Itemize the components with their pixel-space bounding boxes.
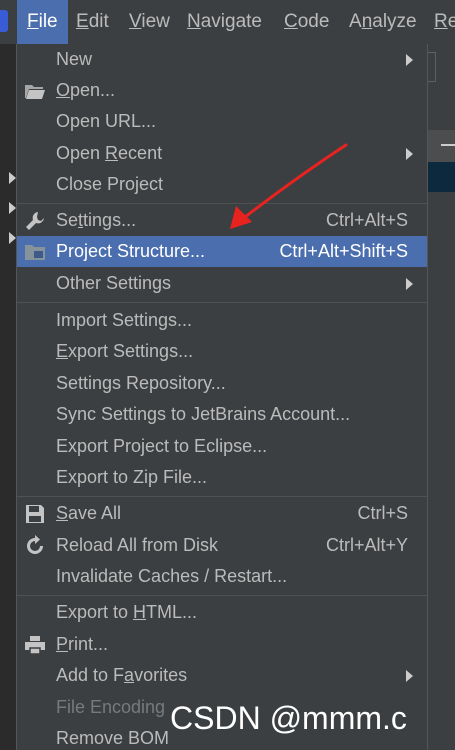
menu-bar: File Edit View Navigate Code Analyze Re [0,0,455,45]
save-icon [26,505,44,523]
app-logo-icon [0,10,8,32]
menu-file[interactable]: File [17,0,68,44]
menu-refactor[interactable]: Re [434,0,455,44]
menu-item-invalidate-caches[interactable]: Invalidate Caches / Restart... [17,561,427,592]
shortcut-project-structure: Ctrl+Alt+Shift+S [279,241,408,261]
shortcut-reload-all: Ctrl+Alt+Y [325,535,408,555]
menu-item-new[interactable]: New [17,44,427,75]
menu-analyze[interactable]: Analyze [349,0,417,44]
menu-item-export-html[interactable]: Export to HTML... [17,597,427,628]
menu-item-sync-settings[interactable]: Sync Settings to JetBrains Account... [17,399,427,430]
shortcut-settings: Ctrl+Alt+S [325,210,408,230]
submenu-arrow-icon [406,278,413,290]
menu-item-project-structure[interactable]: Project Structure... Ctrl+Alt+Shift+S [17,236,427,267]
expand-arrow-icon[interactable] [9,202,16,214]
reload-icon [27,535,43,554]
expand-arrow-icon[interactable] [9,232,16,244]
submenu-arrow-icon [406,148,413,160]
menu-item-reload-all[interactable]: Reload All from Disk Ctrl+Alt+Y [17,530,427,561]
menu-navigate[interactable]: Navigate [187,0,262,44]
watermark-text: CSDN @mmm.c [170,700,407,736]
menu-item-open[interactable]: Open... [17,75,427,106]
menu-item-print[interactable]: Print... [17,629,427,660]
menu-item-open-url[interactable]: Open URL... [17,106,427,137]
menu-item-other-settings[interactable]: Other Settings [17,268,427,299]
background-tree-row-selected [427,162,455,192]
file-menu-dropdown: New Open... Open URL... Open Recent Clos… [16,44,428,750]
menu-item-export-eclipse[interactable]: Export Project to Eclipse... [17,431,427,462]
menu-item-open-recent[interactable]: Open Recent [17,138,427,169]
wrench-icon [26,212,44,230]
menu-item-add-favorites[interactable]: Add to Favorites [17,660,427,691]
menu-item-import-settings[interactable]: Import Settings... [17,305,427,336]
project-structure-icon [25,245,45,260]
menu-item-save-all[interactable]: Save All Ctrl+S [17,498,427,529]
menu-item-export-zip[interactable]: Export to Zip File... [17,462,427,493]
background-tree-row [427,130,455,162]
minimize-icon[interactable] [441,144,455,146]
submenu-arrow-icon [406,54,413,66]
printer-icon [25,636,45,655]
menu-separator [17,302,427,303]
menu-item-export-settings[interactable]: Export Settings... [17,336,427,367]
menu-item-close-project[interactable]: Close Project [17,169,427,200]
menu-code[interactable]: Code [284,0,329,44]
expand-arrow-icon[interactable] [9,172,16,184]
menu-item-settings-repository[interactable]: Settings Repository... [17,368,427,399]
folder-open-icon [25,85,45,99]
project-tool-strip [0,44,16,750]
menu-separator [17,496,427,497]
background-input [427,52,436,82]
shortcut-save-all: Ctrl+S [357,503,408,523]
menu-view[interactable]: View [129,0,170,44]
menu-edit[interactable]: Edit [76,0,109,44]
menu-separator [17,595,427,596]
submenu-arrow-icon [406,670,413,682]
menu-item-settings[interactable]: Settings... Ctrl+Alt+S [17,205,427,236]
menu-separator [17,203,427,204]
